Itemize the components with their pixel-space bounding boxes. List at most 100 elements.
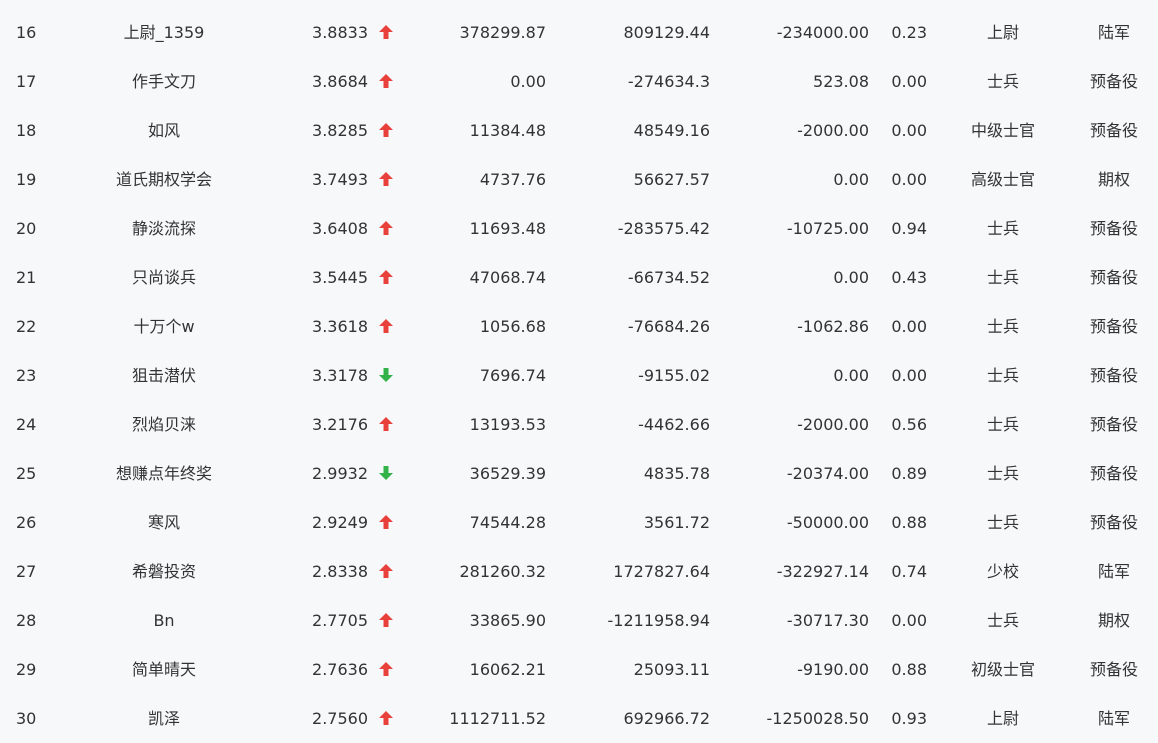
table-row[interactable]: 17 作手文刀 3.8684 0.00 -274634.3 523.08 0.00 士兵 预备役: [0, 57, 1158, 106]
score-value: 3.8285: [312, 121, 368, 140]
value-col-3: -20374.00: [786, 464, 869, 483]
value-col-2: 56627.57: [633, 170, 710, 189]
table-row[interactable]: 29 简单晴天 2.7636 16062.21 25093.11 -9190.00 0.88…: [0, 645, 1158, 694]
value-col-2: 4835.78: [643, 464, 710, 483]
value-col-2: 809129.44: [623, 23, 710, 42]
group-label: 期权: [1097, 611, 1130, 630]
value-col-1: 36529.39: [469, 464, 546, 483]
group-label: 预备役: [1089, 464, 1138, 483]
score-value: 2.9249: [312, 513, 368, 532]
value-col-3: -234000.00: [776, 23, 869, 42]
value-col-3: 0.00: [833, 170, 869, 189]
score-value: 2.7636: [312, 660, 368, 679]
arrow-up-icon: [375, 400, 397, 449]
value-col-1: 0.00: [510, 72, 546, 91]
ratio-value: 0.93: [891, 709, 927, 728]
group-label: 预备役: [1089, 415, 1138, 434]
rank-cell: 22: [16, 317, 37, 336]
arrow-up-icon: [375, 253, 397, 302]
value-col-3: 0.00: [833, 366, 869, 385]
table-row[interactable]: 27 希磐投资 2.8338 281260.32 1727827.64 -322927.1…: [0, 547, 1158, 596]
group-label: 预备役: [1089, 72, 1138, 91]
rank-cell: 21: [16, 268, 37, 287]
trader-name: 想赚点年终奖: [115, 464, 212, 483]
value-col-2: 25093.11: [633, 660, 710, 679]
trader-name: 只尚谈兵: [131, 268, 196, 287]
value-col-1: 16062.21: [469, 660, 546, 679]
value-col-2: -4462.66: [638, 415, 710, 434]
arrow-up-icon: [375, 547, 397, 596]
group-label: 预备役: [1089, 121, 1138, 140]
ratio-value: 0.00: [891, 317, 927, 336]
value-col-1: 4737.76: [479, 170, 546, 189]
trader-name: 寒风: [147, 513, 180, 532]
trader-name: 静淡流探: [131, 219, 196, 238]
value-col-3: -30717.30: [786, 611, 869, 630]
rank-title: 上尉: [986, 709, 1019, 728]
value-col-2: -9155.02: [638, 366, 710, 385]
table-row[interactable]: 21 只尚谈兵 3.5445 47068.74 -66734.52 0.00 0.43 士兵 预…: [0, 253, 1158, 302]
arrow-up-icon: [375, 498, 397, 547]
rank-cell: 23: [16, 366, 37, 385]
score-value: 3.8684: [312, 72, 368, 91]
value-col-3: -2000.00: [797, 415, 869, 434]
ratio-value: 0.00: [891, 121, 927, 140]
value-col-1: 47068.74: [469, 268, 546, 287]
table-row[interactable]: 28 Bn 2.7705 33865.90 -1211958.94 -30717.30 0.…: [0, 596, 1158, 645]
trader-name: 烈焰贝涞: [131, 415, 196, 434]
rank-title: 少校: [986, 562, 1019, 581]
value-col-3: -10725.00: [786, 219, 869, 238]
score-value: 3.7493: [312, 170, 368, 189]
ranking-table: 16 上尉_1359 3.8833 378299.87 809129.44 -234000…: [0, 0, 1158, 739]
table-row[interactable]: 20 静淡流探 3.6408 11693.48 -283575.42 -10725.00 0…: [0, 204, 1158, 253]
ratio-value: 0.23: [891, 23, 927, 42]
table-row[interactable]: 18 如风 3.8285 11384.48 48549.16 -2000.00 0.00 中级…: [0, 106, 1158, 155]
rank-cell: 16: [16, 23, 37, 42]
rank-cell: 28: [16, 611, 37, 630]
group-label: 陆军: [1097, 709, 1130, 728]
arrow-up-icon: [375, 302, 397, 351]
rank-title: 士兵: [986, 464, 1019, 483]
rank-title: 士兵: [986, 219, 1019, 238]
table-row[interactable]: 23 狙击潜伏 3.3178 7696.74 -9155.02 0.00 0.00 士兵 预备役: [0, 351, 1158, 400]
value-col-2: 1727827.64: [613, 562, 710, 581]
rank-title: 士兵: [986, 366, 1019, 385]
arrow-up-icon: [375, 645, 397, 694]
arrow-up-icon: [375, 57, 397, 106]
table-row[interactable]: 25 想赚点年终奖 2.9932 36529.39 4835.78 -20374.00 0.…: [0, 449, 1158, 498]
table-row[interactable]: 26 寒风 2.9249 74544.28 3561.72 -50000.00 0.88 士兵…: [0, 498, 1158, 547]
arrow-up-icon: [375, 596, 397, 645]
score-value: 3.8833: [312, 23, 368, 42]
value-col-3: -322927.14: [776, 562, 869, 581]
value-col-3: 0.00: [833, 268, 869, 287]
arrow-up-icon: [375, 106, 397, 155]
arrow-down-icon: [375, 449, 397, 498]
rank-title: 士兵: [986, 72, 1019, 91]
value-col-1: 281260.32: [459, 562, 546, 581]
table-row[interactable]: 24 烈焰贝涞 3.2176 13193.53 -4462.66 -2000.00 0.56…: [0, 400, 1158, 449]
group-label: 预备役: [1089, 660, 1138, 679]
table-row[interactable]: 19 道氏期权学会 3.7493 4737.76 56627.57 0.00 0.00 高级士…: [0, 155, 1158, 204]
table-row[interactable]: 30 凯泽 2.7560 1112711.52 692966.72 -1250028.50…: [0, 694, 1158, 743]
arrow-up-icon: [375, 8, 397, 57]
group-label: 期权: [1097, 170, 1130, 189]
value-col-3: -1062.86: [797, 317, 869, 336]
ratio-value: 0.43: [891, 268, 927, 287]
table-row[interactable]: 22 十万个w 3.3618 1056.68 -76684.26 -1062.86 0.00…: [0, 302, 1158, 351]
group-label: 预备役: [1089, 513, 1138, 532]
ratio-value: 0.74: [891, 562, 927, 581]
value-col-1: 13193.53: [469, 415, 546, 434]
rank-cell: 29: [16, 660, 37, 679]
ratio-value: 0.94: [891, 219, 927, 238]
trader-name: 作手文刀: [131, 72, 196, 91]
rank-title: 中级士官: [970, 121, 1035, 140]
rank-title: 初级士官: [970, 660, 1035, 679]
ratio-value: 0.89: [891, 464, 927, 483]
value-col-1: 11693.48: [469, 219, 546, 238]
trader-name: 十万个w: [133, 317, 195, 336]
ratio-value: 0.88: [891, 513, 927, 532]
rank-title: 士兵: [986, 268, 1019, 287]
table-row[interactable]: 16 上尉_1359 3.8833 378299.87 809129.44 -234000…: [0, 8, 1158, 57]
value-col-2: 692966.72: [623, 709, 710, 728]
score-value: 3.5445: [312, 268, 368, 287]
